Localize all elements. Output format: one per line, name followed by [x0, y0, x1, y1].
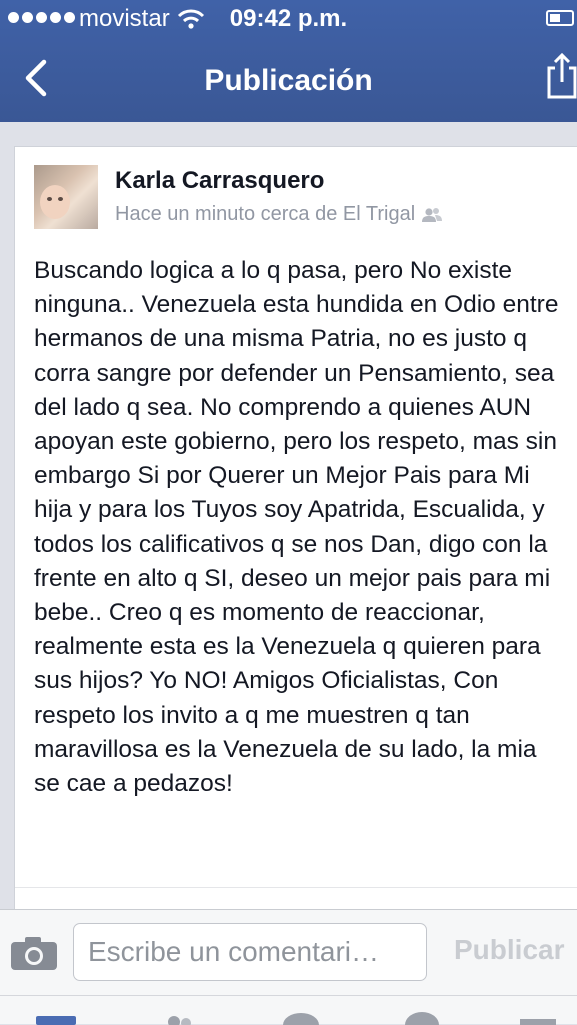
publish-button[interactable]: Publicar [454, 934, 564, 966]
bottom-tab-bar [0, 995, 577, 1025]
comment-bar: Escribe un comentari… Publicar [0, 909, 577, 995]
post-body-text: Buscando logica a lo q pasa, pero No exi… [34, 257, 559, 798]
page-title: Publicación [204, 64, 373, 97]
post-timestamp-location: Hace un minuto cerca de El Trigal [115, 203, 416, 225]
post-card: Karla Carrasquero Hace un minuto cerca d… [14, 146, 577, 911]
friends-icon [422, 207, 443, 222]
camera-icon[interactable] [10, 935, 58, 971]
messages-icon[interactable] [281, 1013, 321, 1025]
friend-requests-icon[interactable] [160, 1014, 196, 1025]
status-time: 09:42 p.m. [229, 5, 348, 32]
share-icon[interactable] [546, 52, 577, 100]
top-bar: movistar 09:42 p.m. Publicación [0, 0, 577, 122]
battery-icon [546, 10, 574, 26]
status-bar: movistar 09:42 p.m. [0, 0, 577, 40]
post-meta: Hace un minuto cerca de El Trigal [115, 203, 443, 226]
notifications-icon[interactable] [402, 1012, 442, 1025]
navigation-bar: Publicación [0, 40, 577, 122]
comment-input[interactable]: Escribe un comentari… [73, 923, 427, 981]
divider [15, 887, 577, 888]
avatar[interactable] [34, 165, 98, 229]
post-author[interactable]: Karla Carrasquero [115, 167, 324, 195]
